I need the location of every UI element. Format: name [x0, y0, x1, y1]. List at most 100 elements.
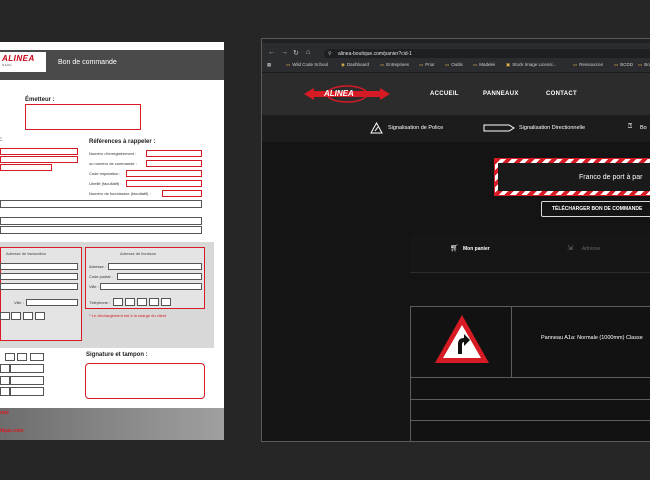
back-icon[interactable]: ←	[268, 49, 275, 56]
delivery-field-label: Téléphone :	[89, 300, 111, 305]
small-box	[10, 364, 44, 373]
apps-icon[interactable]: ▦	[267, 62, 271, 68]
small-box	[0, 376, 10, 385]
billing-field	[0, 273, 78, 280]
delivery-digit	[137, 298, 147, 306]
bookmark-item[interactable]: ▭ Prior	[419, 62, 435, 68]
step-address[interactable]: Adresse	[582, 246, 600, 252]
billing-digit	[23, 312, 33, 320]
footer-text: ods	[0, 410, 9, 416]
small-box	[10, 387, 44, 396]
date-box	[17, 353, 27, 361]
billing-digit	[35, 312, 45, 320]
bookmark-item[interactable]: ▭ Outils	[445, 62, 463, 68]
form-logo-text: ALINEA	[2, 54, 35, 63]
bookmark-item[interactable]: ▭ BCDD	[614, 62, 633, 68]
wide-field	[0, 200, 202, 208]
product-name: Panneau A1a: Normale (1000mm) Classe	[541, 335, 643, 341]
ref-field-input	[146, 150, 202, 157]
cart-table: Panneau A1a: Normale (1000mm) Classe	[410, 306, 650, 441]
wide-field	[0, 226, 202, 234]
bookmark-item[interactable]: ▣ Stock Image Licensi...	[506, 62, 556, 68]
category-police[interactable]: Signalisation de Police	[388, 125, 443, 131]
site-info-icon[interactable]: ⚲	[328, 51, 332, 57]
nav-panneaux[interactable]: PANNEAUX	[483, 91, 519, 97]
bookmark-item[interactable]: ▭ Entreprises	[380, 62, 409, 68]
bookmark-item[interactable]: ◉ Dashboard	[341, 62, 369, 68]
delivery-field	[100, 283, 202, 290]
category-bo[interactable]: Bo	[640, 125, 647, 131]
bookmark-item[interactable]: ▭ Madelei	[473, 62, 495, 68]
folder-icon: ▭	[638, 62, 643, 67]
signature-label: Signature et tampon :	[86, 352, 148, 358]
browser-window: ← → ↻ ⌂ ⚲ alinea-boutique.com/panier?cid…	[261, 38, 650, 442]
references-label: Références à rappeler :	[89, 139, 156, 145]
delivery-digit	[113, 298, 123, 306]
folder-icon: ▭	[614, 62, 619, 67]
bookmarks-bar: ▦ ▭ Wild Code School ◉ Dashboard ▭ Entrepri…	[262, 58, 650, 73]
nav-accueil[interactable]: ACCUEIL	[430, 91, 459, 97]
wide-field	[0, 217, 202, 225]
billing-field	[0, 263, 78, 270]
home-icon[interactable]: ⌂	[306, 49, 310, 56]
toolbar: ← → ↻ ⌂ ⚲ alinea-boutique.com/panier?cid…	[262, 43, 650, 60]
folder-icon: ▭	[473, 62, 478, 67]
banner-text: Franco de port à par	[579, 174, 643, 181]
site-header: ALINEA ACCUEIL PANNEAUX CONTACT	[262, 73, 650, 115]
bookmark-item[interactable]: ▭ Wild Code School	[286, 62, 328, 68]
direction-arrow-icon	[483, 124, 515, 132]
globe-icon: ◉	[341, 62, 345, 67]
billing-field	[0, 283, 78, 290]
date-box	[30, 353, 44, 361]
ref-field-label: Numéro d'enregistrement :	[89, 151, 137, 156]
delivery-digit	[161, 298, 171, 306]
nav-contact[interactable]: CONTACT	[546, 91, 577, 97]
billing-digit	[0, 312, 10, 320]
ref-field-input	[162, 190, 202, 197]
download-order-form-button[interactable]: TÉLÉCHARGER BON DE COMMANDE	[541, 201, 650, 217]
reload-icon[interactable]: ↻	[293, 49, 299, 57]
ref-field-label: Libellé (facultatif) :	[89, 181, 122, 186]
delivery-digit	[149, 298, 159, 306]
form-title: Bon de commande	[58, 59, 117, 66]
ref-field-label: ou numéro de commande :	[89, 161, 137, 166]
address-text: alinea-boutique.com/panier?cid-1	[338, 51, 412, 57]
small-box	[0, 387, 10, 396]
left-colon: :	[0, 137, 2, 143]
category-bar: Signalisation de Police Signalisation Di…	[262, 115, 650, 142]
delivery-field	[108, 263, 202, 270]
billing-city-label: Ville :	[14, 300, 24, 305]
folder-icon: ▭	[380, 62, 385, 67]
order-form-document: ALINEA S A R L Bon de commande Émetteur …	[0, 42, 224, 440]
ref-field-label: Numéro de fournisseur (facultatif) :	[89, 191, 151, 196]
unloading-note: * Le déchargement est à la charge du cli…	[89, 313, 167, 318]
bookmark-item[interactable]: ▭ Bo	[638, 62, 650, 68]
bookmark-item[interactable]: ▭ Ressources	[573, 62, 603, 68]
form-footer	[0, 408, 224, 440]
delivery-digit	[125, 298, 135, 306]
folder-icon: ▭	[286, 62, 291, 67]
category-directionnelle[interactable]: Signalisation Directionnelle	[519, 125, 585, 131]
billing-title: Adresse de facturation	[6, 251, 47, 256]
download-button-label: TÉLÉCHARGER BON DE COMMANDE	[552, 206, 643, 212]
folder-icon: ▭	[573, 62, 578, 67]
forward-icon[interactable]: →	[281, 49, 288, 56]
delivery-field-label: Code postal :	[89, 274, 113, 279]
image-icon: ▣	[506, 62, 511, 67]
ref-field-label: Code imputation :	[89, 171, 121, 176]
table-row-line	[411, 377, 650, 378]
folder-icon: ▭	[419, 62, 424, 67]
warning-sign-image	[435, 315, 489, 363]
billing-field	[26, 299, 78, 306]
delivery-title: Adresse de livraison	[120, 251, 157, 256]
step-cart[interactable]: Mon panier	[463, 246, 490, 252]
small-box	[10, 376, 44, 385]
left-field	[0, 148, 78, 155]
table-row-line	[411, 420, 650, 421]
lock-icon: ⍰	[628, 123, 633, 130]
ref-field-input	[126, 170, 202, 177]
signature-box	[85, 363, 205, 399]
billing-digit	[11, 312, 21, 320]
cart-icon: 🛒︎	[450, 245, 459, 252]
emitter-label: Émetteur :	[25, 97, 55, 103]
